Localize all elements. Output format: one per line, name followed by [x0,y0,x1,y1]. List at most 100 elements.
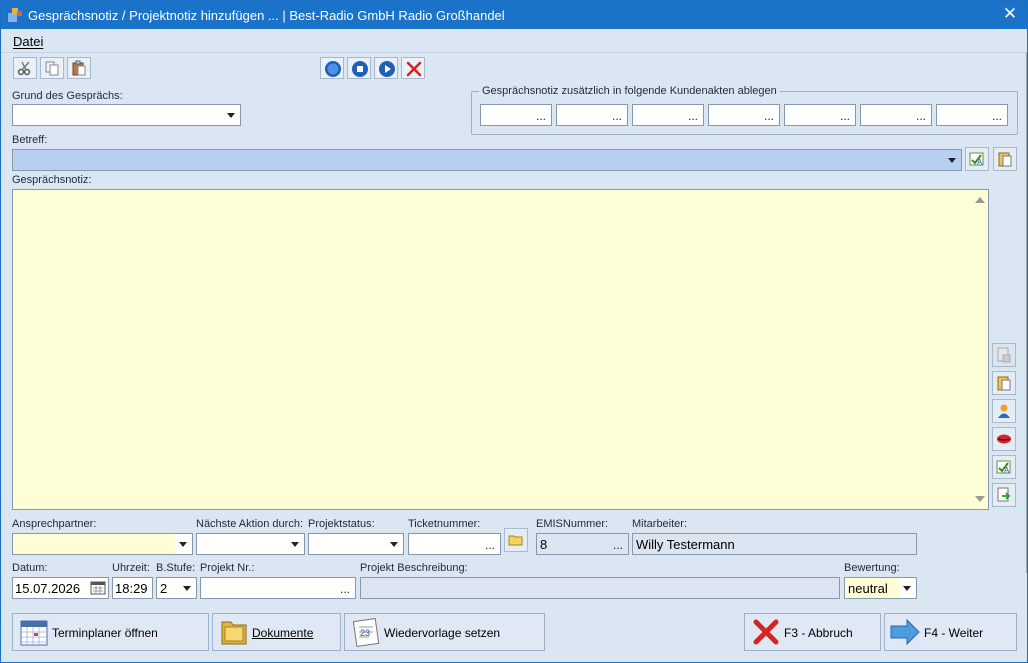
scroll-up-icon[interactable] [975,197,985,203]
contact-button[interactable] [992,399,1016,423]
betreff-combo[interactable] [12,149,962,171]
kundenakte-field-5[interactable]: ... [784,104,856,126]
projekt-beschreibung-label: Projekt Beschreibung: [360,562,468,574]
browse-button[interactable]: ... [683,105,703,125]
kundenakte-field-6[interactable]: ... [860,104,932,126]
cancel-recording-button[interactable] [401,57,425,79]
stop-icon [352,61,368,77]
record-button[interactable] [320,57,344,79]
play-button[interactable] [374,57,398,79]
datum-field[interactable]: 15.07.2026 [12,577,109,599]
chevron-down-icon[interactable] [223,105,240,125]
browse-button[interactable]: ... [911,105,931,125]
emis-label: EMISNummer: [536,518,609,530]
attachment-button[interactable] [992,343,1016,367]
bstufe-label: B.Stufe: [156,562,196,574]
template-button[interactable] [992,371,1016,395]
naechste-aktion-combo[interactable] [196,533,305,555]
spellcheck-icon: A [969,152,984,167]
scroll-down-icon[interactable] [975,496,985,502]
title-bar: Gesprächsnotiz / Projektnotiz hinzufügen… [1,1,1027,29]
chevron-down-icon[interactable] [287,534,304,554]
lips-icon [997,434,1011,444]
close-icon[interactable]: ✕ [1001,5,1019,23]
ticketnummer-field[interactable]: ... [408,533,501,555]
kundenakte-field-4[interactable]: ... [708,104,780,126]
cut-button[interactable] [13,57,37,79]
vertical-scrollbar[interactable] [971,190,988,509]
svg-text:A: A [1004,466,1010,475]
kundenakten-legend: Gesprächsnotiz zusätzlich in folgende Ku… [479,85,780,97]
calendar-icon [20,620,48,646]
window-title: Gesprächsnotiz / Projektnotiz hinzufügen… [28,8,505,23]
bewertung-combo[interactable]: neutral [844,577,917,599]
weiter-label: F4 - Weiter [924,626,984,640]
datum-label: Datum: [12,562,48,574]
terminplaner-label: Terminplaner öffnen [52,626,158,640]
reminder-calendar-icon: 23 [352,618,380,647]
arrow-right-icon [890,618,920,646]
browse-button[interactable]: ... [835,105,855,125]
terminplaner-button[interactable]: Terminplaner öffnen [12,613,209,651]
calendar-icon[interactable] [90,581,106,595]
menu-bar: Datei [1,29,1027,53]
abbruch-button[interactable]: F3 - Abbruch [744,613,881,651]
folder-icon [221,621,247,645]
weiter-button[interactable]: F4 - Weiter [884,613,1017,651]
copy-button[interactable] [40,57,64,79]
paste-button[interactable] [67,57,91,79]
ticketnummer-label: Ticketnummer: [408,518,481,530]
mitarbeiter-label: Mitarbeiter: [632,518,688,530]
kundenakte-field-3[interactable]: ... [632,104,704,126]
menu-datei[interactable]: Datei [13,34,43,49]
chevron-down-icon[interactable] [175,534,192,554]
record-icon [325,61,341,77]
uhrzeit-field[interactable]: 18:29 [112,577,153,599]
copy-icon [45,61,59,76]
notiz-textarea[interactable] [12,189,989,510]
browse-button[interactable]: ... [759,105,779,125]
open-ticket-button[interactable] [504,528,528,552]
kundenakte-field-1[interactable]: ... [480,104,552,126]
projekt-beschreibung-field [360,577,840,599]
projektstatus-combo[interactable] [308,533,404,555]
chevron-down-icon[interactable] [944,150,961,170]
svg-text:23: 23 [360,628,370,638]
chevron-down-icon[interactable] [899,578,916,598]
wiedervorlage-button[interactable]: 23 Wiedervorlage setzen [344,613,545,651]
browse-button[interactable]: ... [480,534,500,554]
kundenakte-field-7[interactable]: ... [936,104,1008,126]
app-icon [8,8,22,22]
chevron-down-icon[interactable] [179,578,196,598]
toolbar [1,55,1027,81]
emis-field[interactable]: 8 ... [536,533,629,555]
document-disabled-icon [997,347,1011,363]
naechste-aktion-label: Nächste Aktion durch: [196,518,304,530]
dokumente-label: Dokumente [252,626,314,640]
kundenakte-field-2[interactable]: ... [556,104,628,126]
projekt-nr-field[interactable]: ... [200,577,356,599]
text-template-button[interactable] [993,147,1017,171]
spellcheck-button[interactable]: A [965,147,989,171]
browse-button[interactable]: ... [531,105,551,125]
grund-combo[interactable] [12,104,241,126]
browse-button[interactable]: ... [608,534,628,554]
spellcheck-note-button[interactable]: A [992,455,1016,479]
browse-button[interactable]: ... [335,578,355,598]
dokumente-button[interactable]: Dokumente [212,613,341,651]
speech-button[interactable] [992,427,1016,451]
browse-button[interactable]: ... [987,105,1007,125]
grund-label: Grund des Gesprächs: [12,90,123,102]
export-button[interactable] [992,483,1016,507]
wiedervorlage-label: Wiedervorlage setzen [384,626,501,640]
ansprechpartner-combo[interactable] [12,533,193,555]
scissors-icon [17,61,31,76]
document-arrow-icon [997,487,1011,502]
browse-button[interactable]: ... [607,105,627,125]
mitarbeiter-field: Willy Testermann [632,533,917,555]
chevron-down-icon[interactable] [386,534,403,554]
stop-button[interactable] [347,57,371,79]
uhrzeit-label: Uhrzeit: [112,562,150,574]
bstufe-combo[interactable]: 2 [156,577,197,599]
notiz-label: Gesprächsnotiz: [12,174,92,186]
